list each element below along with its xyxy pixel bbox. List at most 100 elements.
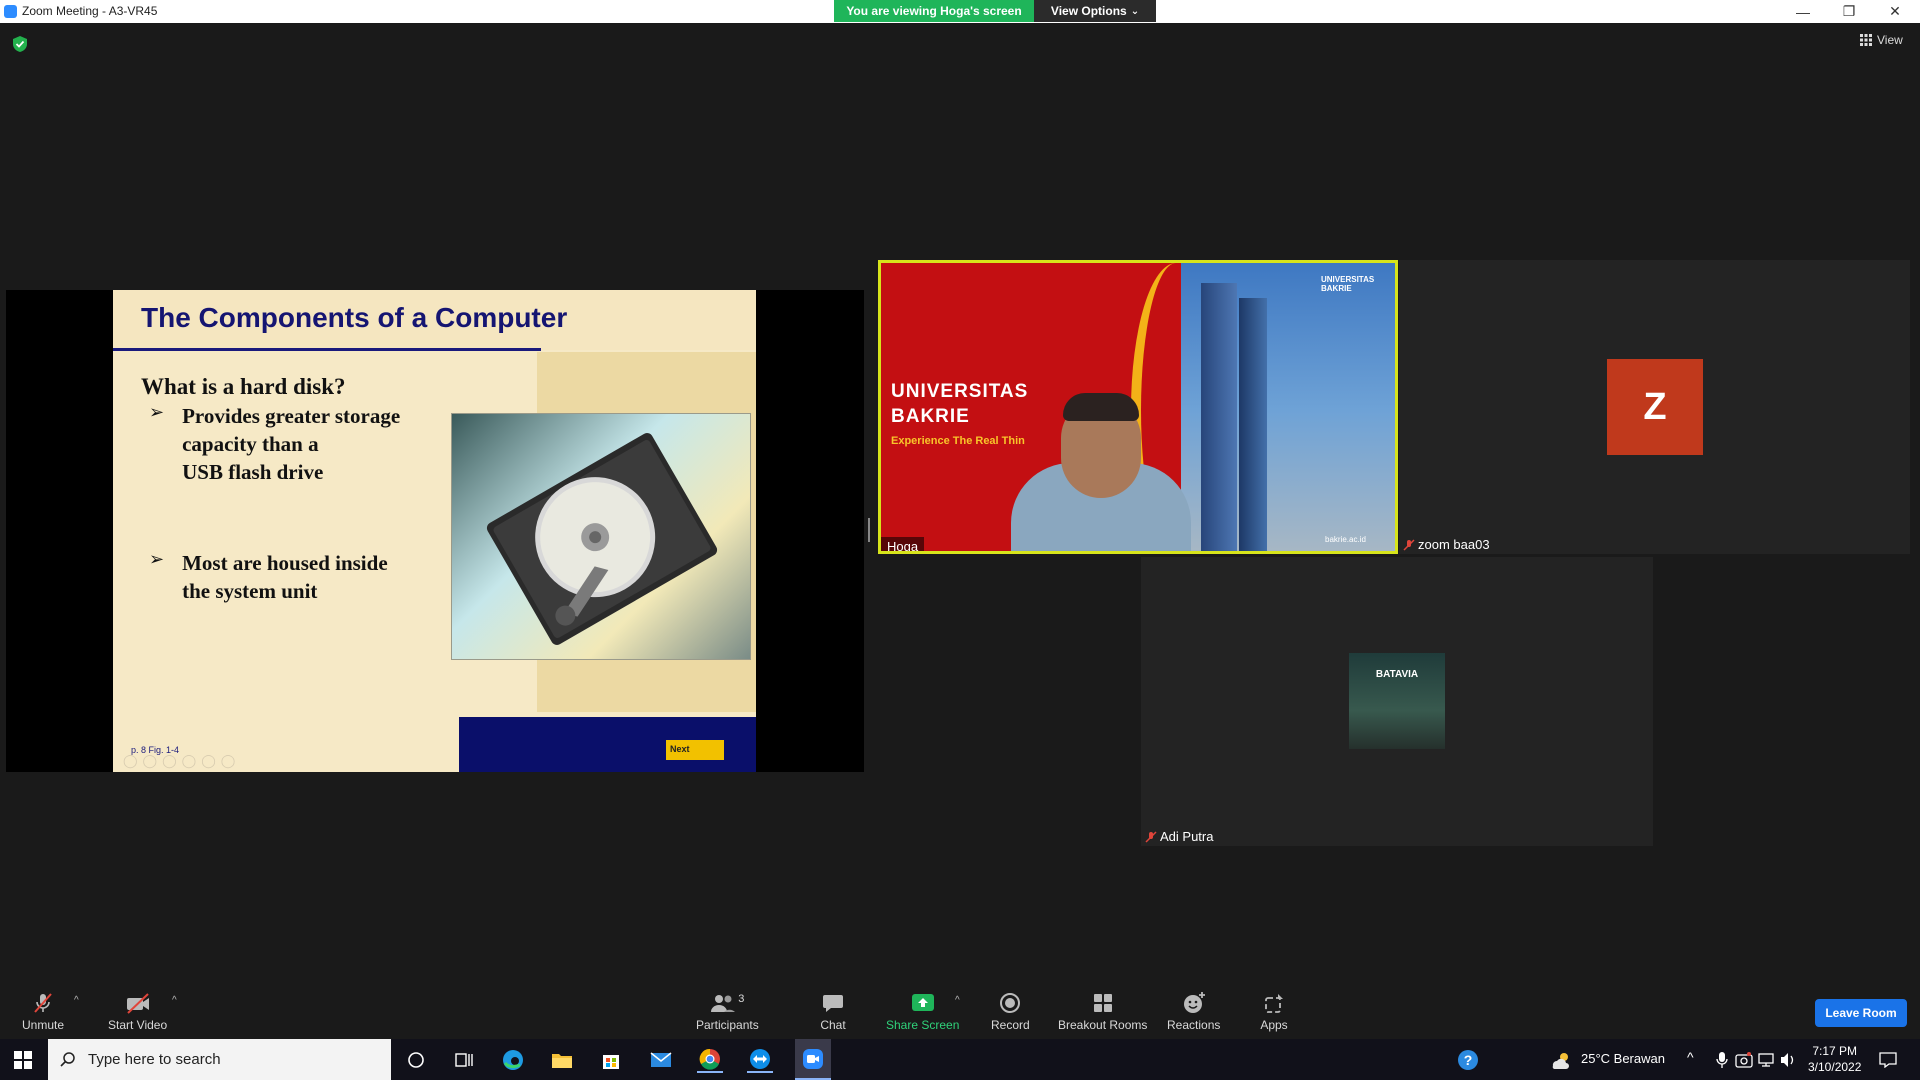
meeting-toolbar: Unmute ^ Start Video ^ 3 Participants Ch… <box>0 983 1920 1039</box>
participant-name: Adi Putra <box>1160 829 1214 844</box>
chrome-browser-icon[interactable] <box>697 1047 723 1073</box>
edge-browser-icon[interactable] <box>500 1047 526 1073</box>
audio-options-caret[interactable]: ^ <box>74 995 79 1006</box>
taskbar-search-box[interactable]: Type here to search <box>48 1039 391 1080</box>
bullet-line: Most are housed inside <box>182 551 388 575</box>
video-tile-adi-putra[interactable]: BATAVIA Adi Putra <box>1141 557 1653 846</box>
share-options-caret[interactable]: ^ <box>955 995 960 1006</box>
bullet-item-1: ➢ Provides greater storage capacity than… <box>149 402 400 486</box>
record-icon <box>996 991 1024 1015</box>
smiley-plus-icon <box>1180 991 1208 1015</box>
grid-icon <box>1860 34 1872 46</box>
title-underline <box>113 348 541 351</box>
slide-nav-controls[interactable]: ◯◯◯◯◯◯ <box>123 753 240 769</box>
mic-muted-icon <box>1145 830 1157 843</box>
participant-name-zoom-baa03: zoom baa03 <box>1403 537 1490 552</box>
bullet-line: capacity than a <box>182 432 319 456</box>
microsoft-store-icon[interactable] <box>598 1047 624 1073</box>
windows-start-icon[interactable] <box>10 1047 36 1073</box>
apps-button[interactable]: Apps <box>1260 991 1288 1032</box>
apps-icon <box>1260 991 1288 1015</box>
task-view-icon[interactable] <box>451 1047 477 1073</box>
mic-off-icon <box>29 991 57 1015</box>
clock-time: 7:17 PM <box>1812 1044 1858 1058</box>
chat-button[interactable]: Chat <box>819 991 847 1032</box>
breakout-rooms-icon <box>1089 991 1117 1015</box>
bullet-line: the system unit <box>182 579 318 603</box>
shared-screen[interactable]: The Components of a Computer What is a h… <box>6 290 864 772</box>
record-label: Record <box>991 1018 1030 1032</box>
participant-name-adi-putra: Adi Putra <box>1145 829 1213 844</box>
chevron-up-icon[interactable]: ^ <box>1687 1049 1694 1065</box>
bg-url: bakrie.ac.id <box>1325 535 1366 544</box>
video-tile-hoga[interactable]: UNIVERSITAS BAKRIE Experience The Real T… <box>878 260 1398 554</box>
clock-date: 3/10/2022 <box>1808 1060 1862 1074</box>
slide-next-button[interactable]: Next <box>666 740 724 760</box>
participant-name: zoom baa03 <box>1418 537 1490 552</box>
video-off-icon <box>124 991 152 1015</box>
restore-button[interactable]: ❐ <box>1826 0 1872 23</box>
breakout-rooms-label: Breakout Rooms <box>1058 1018 1148 1032</box>
breakout-rooms-button[interactable]: Breakout Rooms <box>1058 991 1147 1032</box>
mail-icon[interactable] <box>648 1047 674 1073</box>
view-label: View <box>1877 33 1903 47</box>
view-options-button[interactable]: View Options ⌄ <box>1034 0 1156 22</box>
zoom-app-icon <box>4 5 17 18</box>
weather-icon[interactable] <box>1548 1047 1574 1073</box>
participants-button[interactable]: 3 Participants <box>696 991 759 1032</box>
svg-text:?: ? <box>1464 1052 1473 1068</box>
file-explorer-icon[interactable] <box>549 1047 575 1073</box>
presentation-slide: The Components of a Computer What is a h… <box>113 290 756 772</box>
slide-question: What is a hard disk? <box>141 374 346 399</box>
teamviewer-icon[interactable] <box>747 1047 773 1073</box>
viewing-banner: You are viewing Hoga's screen <box>834 0 1034 22</box>
close-button[interactable]: ✕ <box>1872 0 1918 23</box>
apps-label: Apps <box>1260 1018 1288 1032</box>
bullet-item-2: ➢ Most are housed inside the system unit <box>149 549 388 605</box>
record-button[interactable]: Record <box>991 991 1030 1032</box>
bg-headline-2: BAKRIE <box>891 406 970 427</box>
window-title: Zoom Meeting - A3-VR45 <box>22 4 158 18</box>
share-screen-label: Share Screen <box>886 1018 960 1032</box>
system-clock[interactable]: 7:17 PM 3/10/2022 <box>1808 1043 1861 1075</box>
bullet-text: Provides greater storage capacity than a… <box>182 402 400 486</box>
chat-icon <box>819 991 847 1015</box>
share-resize-handle[interactable] <box>868 518 870 542</box>
video-options-caret[interactable]: ^ <box>172 995 177 1006</box>
slide-title: The Components of a Computer <box>141 302 568 333</box>
hard-disk-image <box>451 413 751 660</box>
reactions-label: Reactions <box>1167 1018 1221 1032</box>
unmute-label: Unmute <box>22 1018 65 1032</box>
bullet-line: Provides greater storage <box>182 404 401 428</box>
zoom-taskbar-icon[interactable] <box>795 1039 831 1080</box>
unmute-button[interactable]: Unmute <box>22 991 64 1032</box>
leave-room-button[interactable]: Leave Room <box>1815 999 1907 1027</box>
volume-icon[interactable] <box>1775 1047 1801 1073</box>
encryption-shield-icon[interactable] <box>12 35 28 53</box>
bullet-arrow-icon: ➢ <box>149 549 165 569</box>
help-icon[interactable]: ? <box>1455 1047 1481 1073</box>
avatar: Z <box>1607 359 1703 455</box>
chevron-down-icon: ⌄ <box>1130 5 1140 17</box>
start-video-button[interactable]: Start Video <box>108 991 167 1032</box>
bullet-line: USB flash drive <box>182 460 324 484</box>
bg-headline-1: UNIVERSITAS <box>891 381 1029 402</box>
bullet-text: Most are housed inside the system unit <box>182 549 388 605</box>
notifications-icon[interactable] <box>1875 1047 1901 1073</box>
bullet-arrow-icon: ➢ <box>149 402 165 422</box>
share-screen-icon <box>909 991 937 1015</box>
cortana-icon[interactable] <box>403 1047 429 1073</box>
view-layout-button[interactable]: View <box>1860 33 1903 47</box>
share-screen-button[interactable]: Share Screen <box>886 991 959 1032</box>
video-tile-zoom-baa03[interactable]: Z zoom baa03 <box>1399 260 1910 554</box>
search-icon <box>60 1051 75 1067</box>
reactions-button[interactable]: Reactions <box>1167 991 1220 1032</box>
building-1 <box>1201 283 1237 551</box>
person-hair <box>1063 393 1139 421</box>
building-2 <box>1239 298 1267 551</box>
minimize-button[interactable]: — <box>1780 0 1826 23</box>
chat-label: Chat <box>820 1018 846 1032</box>
view-options-label: View Options <box>1050 4 1127 18</box>
participant-name: Hoga <box>887 539 919 554</box>
weather-text[interactable]: 25°C Berawan <box>1581 1051 1665 1066</box>
